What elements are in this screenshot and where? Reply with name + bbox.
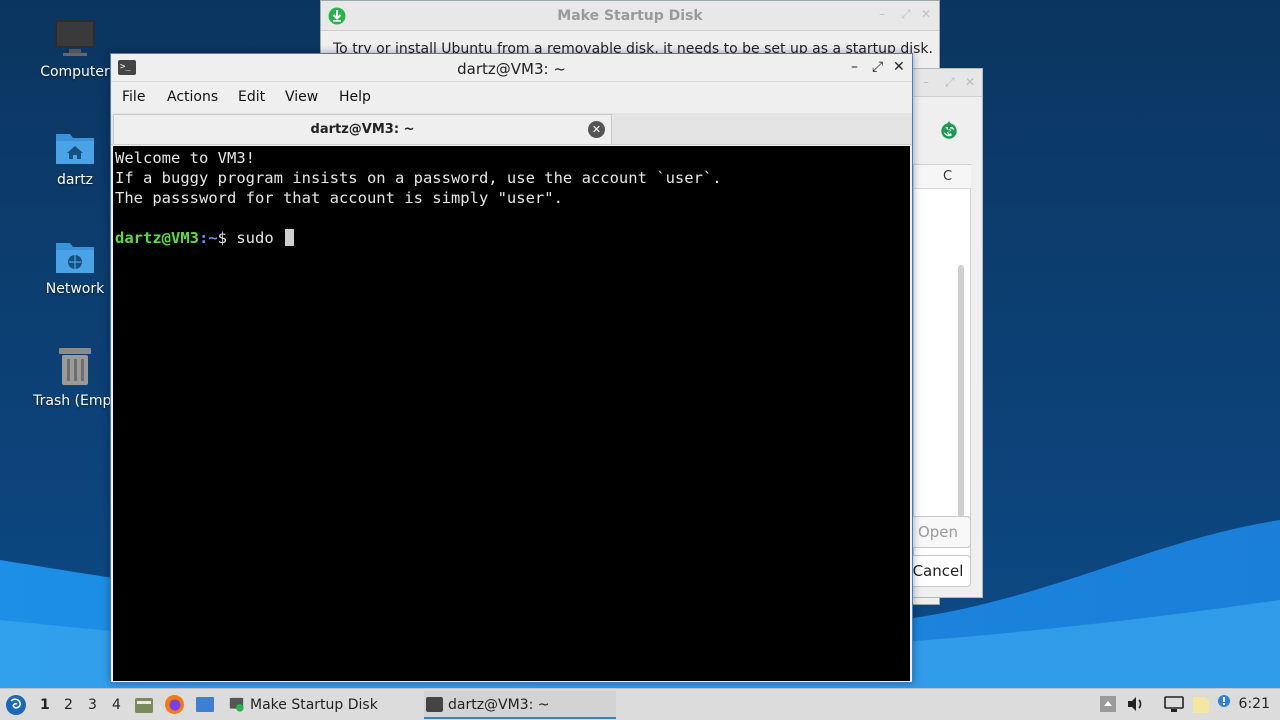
maximize-icon[interactable]: ⤢	[901, 7, 911, 22]
minimize-icon[interactable]: –	[923, 75, 929, 89]
show-desktop-icon[interactable]	[195, 695, 215, 714]
file-manager-icon[interactable]	[134, 695, 154, 715]
home-folder-icon	[56, 134, 94, 164]
minimize-icon[interactable]: –	[879, 7, 885, 21]
file-chooser-dialog[interactable]: – ⤢ ✕ C Open Cancel	[912, 68, 983, 598]
tray-expand-icon[interactable]	[1099, 695, 1117, 713]
tab-bar: dartz@VM3: ~ ✕	[111, 113, 912, 145]
window-titlebar[interactable]: Make Startup Disk – ⤢ ✕	[321, 1, 939, 31]
output-line: If a buggy program insists on a password…	[115, 169, 722, 187]
menu-view[interactable]: View	[285, 89, 318, 105]
open-button[interactable]: Open	[913, 516, 971, 548]
terminal-window[interactable]: >_ dartz@VM3: ~ – ⤢ ✕ File Actions Edit …	[110, 53, 913, 683]
prompt-path: :~	[199, 229, 218, 247]
task-label: Make Startup Disk	[250, 697, 378, 713]
window-titlebar[interactable]: >_ dartz@VM3: ~ – ⤢ ✕	[111, 54, 912, 82]
menu-help[interactable]: Help	[339, 89, 371, 105]
prompt-line: dartz@VM3:~$ sudo	[115, 228, 908, 248]
output-line: The passsword for that account is simply…	[115, 189, 563, 207]
command-text: sudo	[236, 229, 284, 247]
window-title: Make Startup Disk	[557, 8, 703, 24]
recycle-icon[interactable]	[939, 119, 959, 141]
network-icon[interactable]	[1163, 695, 1185, 713]
network-folder-icon	[56, 243, 94, 273]
start-menu-icon[interactable]	[5, 694, 27, 716]
task-label: dartz@VM3: ~	[448, 697, 550, 713]
file-list[interactable]: C	[913, 164, 971, 576]
close-tab-icon[interactable]: ✕	[588, 121, 605, 138]
clipboard-icon[interactable]	[1190, 693, 1212, 715]
startup-disk-icon	[229, 697, 244, 712]
close-icon[interactable]: ✕	[921, 7, 931, 21]
workspace-4[interactable]: 4	[112, 697, 121, 713]
computer-icon	[55, 20, 95, 56]
taskbar-task-terminal[interactable]: dartz@VM3: ~	[424, 691, 616, 719]
prompt-user: dartz@VM3	[115, 229, 199, 247]
scrollbar[interactable]	[958, 265, 964, 517]
taskbar: 1 2 3 4 Make Startup Disk dartz@VM3: ~ 6…	[0, 688, 1280, 720]
window-title: dartz@VM3: ~	[457, 60, 566, 78]
volume-icon[interactable]	[1126, 695, 1146, 713]
dialog-titlebar[interactable]: – ⤢ ✕	[913, 69, 982, 97]
workspace-2[interactable]: 2	[64, 697, 73, 713]
close-icon[interactable]: ✕	[893, 59, 905, 75]
output-line: Welcome to VM3!	[115, 149, 255, 167]
workspace-3[interactable]: 3	[88, 697, 97, 713]
taskbar-task-startup-disk[interactable]: Make Startup Disk	[226, 691, 416, 719]
workspace-1[interactable]: 1	[40, 697, 50, 713]
terminal-output[interactable]: Welcome to VM3! If a buggy program insis…	[113, 146, 910, 681]
update-notifier-icon[interactable]	[1215, 693, 1233, 715]
terminal-tab[interactable]: dartz@VM3: ~ ✕	[113, 114, 612, 144]
maximize-icon[interactable]: ⤢	[872, 59, 883, 75]
trash-icon	[59, 348, 91, 385]
text-cursor	[285, 229, 295, 246]
menu-edit[interactable]: Edit	[238, 89, 265, 105]
maximize-icon[interactable]: ⤢	[945, 75, 955, 90]
tab-title: dartz@VM3: ~	[310, 122, 415, 137]
menu-bar: File Actions Edit View Help	[111, 82, 912, 112]
menu-file[interactable]: File	[122, 89, 145, 105]
menu-actions[interactable]: Actions	[167, 89, 218, 105]
clock[interactable]: 6:21	[1239, 696, 1270, 712]
prompt-symbol: $	[217, 229, 237, 247]
minimize-icon[interactable]: –	[851, 59, 858, 75]
cancel-button[interactable]: Cancel	[913, 555, 971, 587]
firefox-icon[interactable]	[164, 694, 185, 715]
terminal-icon	[426, 697, 443, 712]
column-header[interactable]: C	[914, 165, 971, 189]
close-icon[interactable]: ✕	[965, 75, 975, 89]
